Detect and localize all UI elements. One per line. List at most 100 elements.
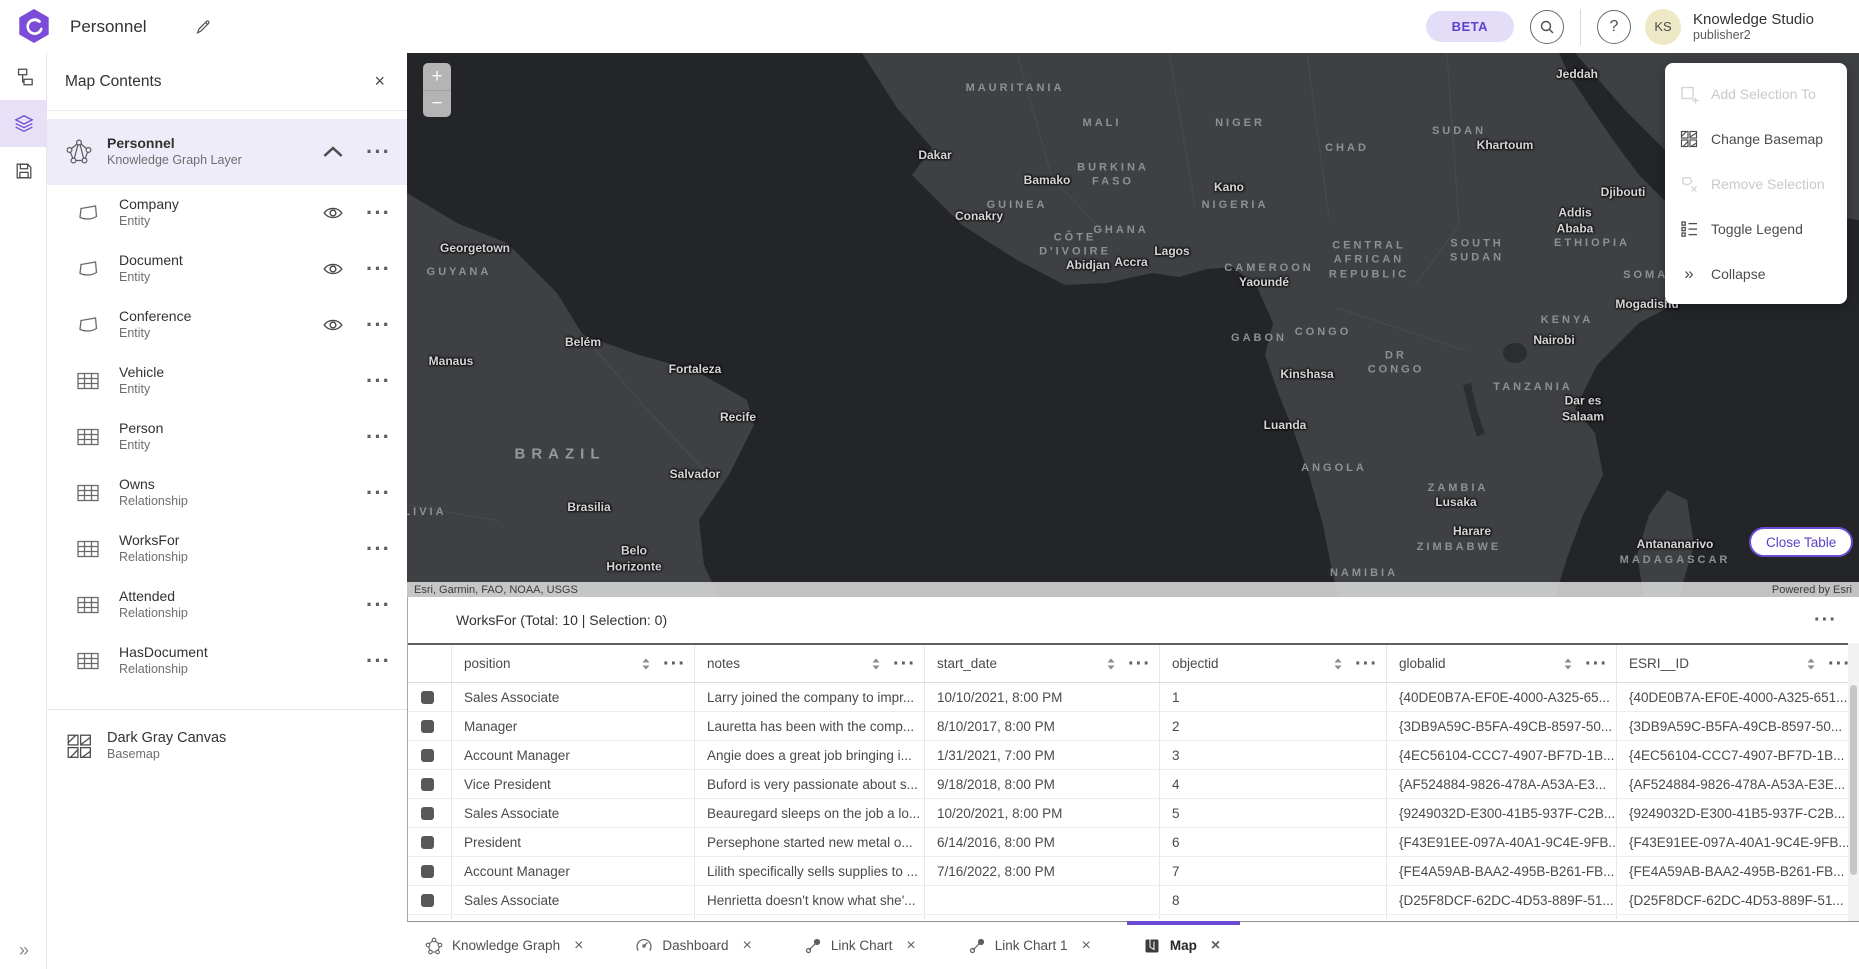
column-options-icon[interactable]: [893, 654, 916, 674]
tab-map[interactable]: Map: [1135, 922, 1228, 969]
table-row[interactable]: Sales Associate Larry joined the company…: [408, 683, 1859, 712]
sort-icon[interactable]: [1331, 656, 1345, 672]
map-contents-button[interactable]: [0, 100, 47, 147]
layer-options-icon[interactable]: [366, 370, 391, 392]
cell-esri-id: {3DB9A59C-B5FA-49CB-8597-50...: [1616, 712, 1859, 740]
column-header-position[interactable]: position: [451, 645, 694, 682]
row-checkbox[interactable]: [421, 749, 434, 762]
tab-knowledge-graph[interactable]: Knowledge Graph: [417, 922, 591, 969]
help-button[interactable]: [1597, 10, 1631, 44]
table-row[interactable]: Manager Lauretta has been with the comp.…: [408, 712, 1859, 741]
eye-icon[interactable]: [318, 314, 348, 336]
user-info[interactable]: Knowledge Studio publisher2: [1693, 11, 1845, 43]
row-checkbox[interactable]: [421, 865, 434, 878]
layer-row[interactable]: Owns Relationship: [47, 465, 407, 521]
column-options-icon[interactable]: [1128, 654, 1151, 674]
close-icon[interactable]: [574, 937, 583, 955]
table-header-row: position notes start_date objectid globa: [408, 643, 1859, 683]
layer-options-icon[interactable]: [366, 482, 391, 504]
user-avatar[interactable]: KS: [1645, 9, 1681, 45]
eye-icon[interactable]: [318, 202, 348, 224]
menu-label: Add Selection To: [1711, 86, 1816, 102]
expand-rail-button[interactable]: [0, 935, 47, 965]
table-scrollbar[interactable]: [1848, 643, 1859, 921]
sort-icon[interactable]: [1804, 656, 1818, 672]
layer-options-icon[interactable]: [366, 594, 391, 616]
map-view[interactable]: JeddahMAURITANIAMALINIGERSUDANKhartoumCH…: [407, 53, 1859, 597]
row-checkbox[interactable]: [421, 836, 434, 849]
layer-group-personnel[interactable]: Personnel Knowledge Graph Layer: [47, 119, 407, 185]
column-header-objectid[interactable]: objectid: [1159, 645, 1386, 682]
table-row[interactable]: Vice President Buford is very passionate…: [408, 770, 1859, 799]
row-checkbox[interactable]: [421, 807, 434, 820]
column-options-icon[interactable]: [663, 654, 686, 674]
user-name-label: publisher2: [1693, 28, 1845, 42]
layer-options-icon[interactable]: [366, 650, 391, 672]
layer-row[interactable]: Document Entity: [47, 241, 407, 297]
layer-list: Company Entity: [47, 185, 407, 689]
zoom-out-button[interactable]: [423, 90, 451, 117]
sort-icon[interactable]: [1561, 656, 1575, 672]
tab-dashboard[interactable]: Dashboard: [627, 922, 759, 969]
column-header-notes[interactable]: notes: [694, 645, 924, 682]
edit-title-button[interactable]: [190, 14, 216, 40]
data-model-button[interactable]: [0, 53, 47, 100]
layer-row[interactable]: Vehicle Entity: [47, 353, 407, 409]
close-icon[interactable]: [1081, 937, 1090, 955]
layer-group-options-icon[interactable]: [366, 141, 391, 163]
layer-options-icon[interactable]: [366, 202, 391, 224]
table-row[interactable]: Account Manager Lilith specifically sell…: [408, 857, 1859, 886]
menu-item-toggle-legend[interactable]: Toggle Legend: [1665, 206, 1847, 251]
layer-row[interactable]: WorksFor Relationship: [47, 521, 407, 577]
close-table-button[interactable]: Close Table: [1749, 527, 1853, 557]
table-row[interactable]: Account Manager Angie does a great job b…: [408, 741, 1859, 770]
close-panel-button[interactable]: [370, 68, 389, 95]
app-logo-icon[interactable]: [16, 8, 52, 44]
layer-group-text: Personnel Knowledge Graph Layer: [107, 135, 322, 168]
layer-options-icon[interactable]: [366, 538, 391, 560]
layer-row[interactable]: Company Entity: [47, 185, 407, 241]
table-icon: [75, 648, 101, 674]
layer-options-icon[interactable]: [366, 314, 391, 336]
row-checkbox[interactable]: [421, 778, 434, 791]
zoom-in-button[interactable]: [423, 63, 451, 90]
scrollbar-thumb[interactable]: [1850, 685, 1857, 875]
close-icon[interactable]: [906, 937, 915, 955]
menu-item-change-basemap[interactable]: Change Basemap: [1665, 116, 1847, 161]
table-row[interactable]: Sales Associate Henrietta doesn't know w…: [408, 886, 1859, 915]
chevron-up-icon[interactable]: [322, 141, 344, 163]
layer-row[interactable]: Conference Entity: [47, 297, 407, 353]
column-header-esri-id[interactable]: ESRI__ID: [1616, 645, 1859, 682]
layer-options-icon[interactable]: [366, 426, 391, 448]
close-icon[interactable]: [742, 937, 751, 955]
row-checkbox[interactable]: [421, 691, 434, 704]
sort-icon[interactable]: [639, 656, 653, 672]
sort-icon[interactable]: [869, 656, 883, 672]
close-icon[interactable]: [1211, 937, 1220, 955]
tab-link-chart-1[interactable]: Link Chart 1: [960, 922, 1099, 969]
table-row[interactable]: Marketing 12/13/2021, 7:00 PM 9 {... {..…: [408, 915, 1859, 919]
row-checkbox[interactable]: [421, 894, 434, 907]
search-button[interactable]: [1530, 10, 1564, 44]
table-row[interactable]: Sales Associate Beauregard sleeps on the…: [408, 799, 1859, 828]
layer-row[interactable]: Attended Relationship: [47, 577, 407, 633]
column-header-start-date[interactable]: start_date: [924, 645, 1159, 682]
cell-position: Vice President: [451, 770, 694, 798]
basemap-row[interactable]: Dark Gray Canvas Basemap: [47, 714, 407, 778]
eye-icon[interactable]: [318, 258, 348, 280]
row-checkbox[interactable]: [421, 720, 434, 733]
sort-icon[interactable]: [1104, 656, 1118, 672]
save-button[interactable]: [0, 147, 47, 194]
layer-row[interactable]: Person Entity: [47, 409, 407, 465]
layer-row[interactable]: HasDocument Relationship: [47, 633, 407, 689]
column-options-icon[interactable]: [1585, 654, 1608, 674]
table-options-icon[interactable]: [1814, 610, 1837, 630]
column-header-globalid[interactable]: globalid: [1386, 645, 1616, 682]
table-row[interactable]: President Persephone started new metal o…: [408, 828, 1859, 857]
tab-link-chart[interactable]: Link Chart: [796, 922, 924, 969]
menu-item-add-selection-to[interactable]: Add Selection To: [1665, 71, 1847, 116]
menu-item-collapse[interactable]: Collapse: [1665, 251, 1847, 296]
menu-item-remove-selection[interactable]: Remove Selection: [1665, 161, 1847, 206]
column-options-icon[interactable]: [1355, 654, 1378, 674]
layer-options-icon[interactable]: [366, 258, 391, 280]
